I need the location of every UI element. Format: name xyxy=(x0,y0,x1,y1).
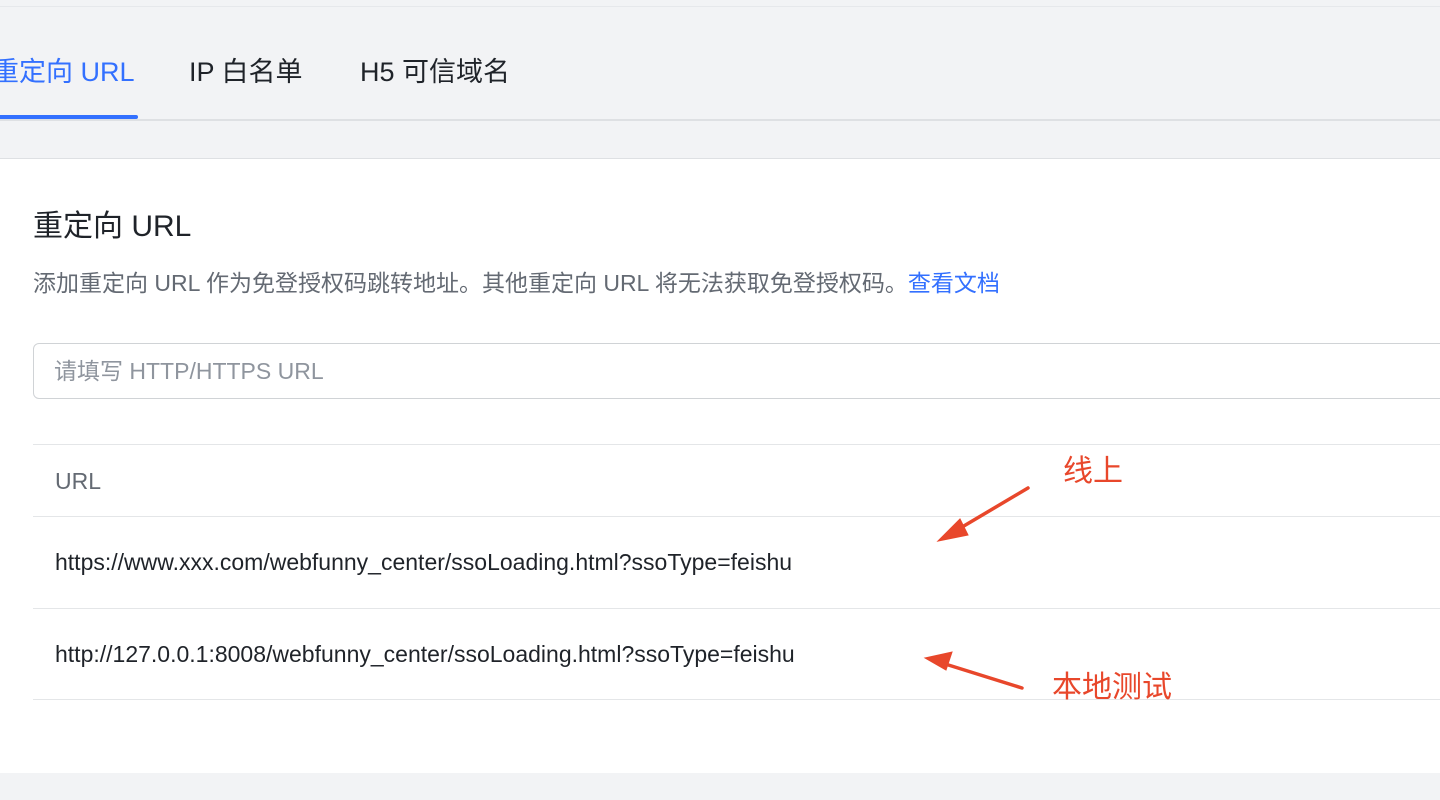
annotation-local-test: 本地测试 xyxy=(1052,671,1172,704)
view-docs-link[interactable]: 查看文档 xyxy=(908,270,1000,296)
table-row: http://127.0.0.1:8008/webfunny_center/ss… xyxy=(33,608,1440,700)
annotation-online: 线上 xyxy=(1063,455,1123,488)
description-text: 添加重定向 URL 作为免登授权码跳转地址。其他重定向 URL 将无法获取免登授… xyxy=(33,270,908,296)
url-table: URL https://www.xxx.com/webfunny_center/… xyxy=(33,444,1440,700)
url-input[interactable] xyxy=(33,343,1440,399)
bottom-strip xyxy=(0,773,1440,800)
table-header-row: URL xyxy=(33,444,1440,516)
tab-ip-whitelist[interactable]: IP 白名单 xyxy=(189,55,303,89)
column-header-url: URL xyxy=(55,468,102,494)
table-row: https://www.xxx.com/webfunny_center/ssoL… xyxy=(33,516,1440,608)
page-root: 重定向 URL IP 白名单 H5 可信域名 重定向 URL 添加重定向 URL… xyxy=(0,0,1440,800)
section-title: 重定向 URL xyxy=(33,210,192,243)
tab-h5-trusted-domain[interactable]: H5 可信域名 xyxy=(360,55,510,89)
url-cell: http://127.0.0.1:8008/webfunny_center/ss… xyxy=(55,641,795,667)
section-description: 添加重定向 URL 作为免登授权码跳转地址。其他重定向 URL 将无法获取免登授… xyxy=(33,268,1000,298)
tab-redirect-url[interactable]: 重定向 URL xyxy=(0,55,135,89)
tab-bar: 重定向 URL IP 白名单 H5 可信域名 xyxy=(0,7,1440,121)
tab-bar-divider xyxy=(0,119,1440,121)
url-cell: https://www.xxx.com/webfunny_center/ssoL… xyxy=(55,549,793,575)
redirect-url-card: 重定向 URL 添加重定向 URL 作为免登授权码跳转地址。其他重定向 URL … xyxy=(0,158,1440,773)
